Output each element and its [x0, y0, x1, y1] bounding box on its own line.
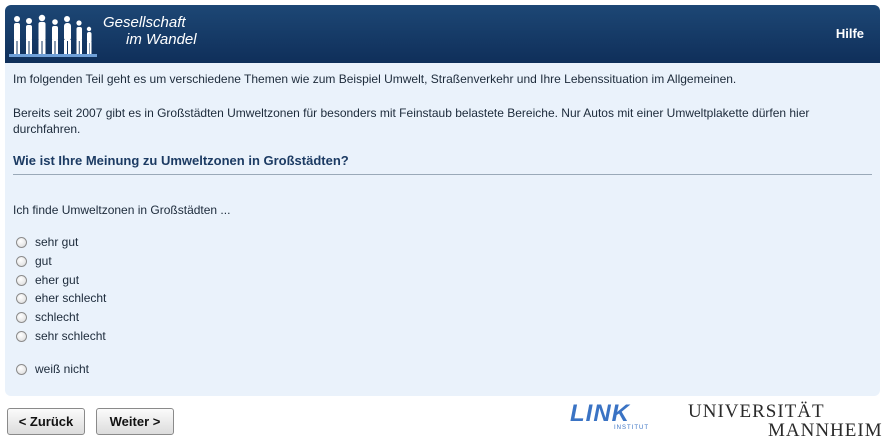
- survey-header: Gesellschaft im Wandel Hilfe: [5, 5, 880, 63]
- universitaet-mannheim-logo: UNIVERSITÄT MANNHEIM: [688, 402, 883, 440]
- option-eher-gut[interactable]: eher gut: [16, 272, 79, 288]
- option-label: eher gut: [35, 273, 80, 287]
- radio-button[interactable]: [16, 311, 27, 323]
- option-sehr-schlecht[interactable]: sehr schlecht: [16, 328, 106, 344]
- option-eher-schlecht[interactable]: eher schlecht: [16, 290, 106, 306]
- back-button[interactable]: < Zurück: [7, 408, 85, 435]
- link-logo-subtitle: INSTITUT: [614, 425, 649, 431]
- people-silhouettes-logo: [9, 14, 97, 57]
- intro-paragraph-1: Im folgenden Teil geht es um verschieden…: [13, 72, 737, 86]
- link-logo-word: LINK: [570, 400, 630, 427]
- brand-wordmark: Gesellschaft im Wandel: [103, 14, 197, 48]
- option-label: sehr schlecht: [35, 329, 106, 343]
- option-label: eher schlecht: [35, 291, 107, 305]
- option-label: weiß nicht: [35, 362, 90, 376]
- link-institut-logo: LINK INSTITUT: [570, 400, 648, 432]
- radio-button[interactable]: [16, 363, 27, 375]
- option-label: sehr gut: [35, 235, 79, 249]
- option-label: gut: [35, 254, 52, 268]
- option-weiss-nicht[interactable]: weiß nicht: [16, 361, 89, 377]
- uni-logo-line-1: UNIVERSITÄT: [688, 401, 825, 422]
- option-gut[interactable]: gut: [16, 253, 52, 269]
- option-sehr-gut[interactable]: sehr gut: [16, 234, 78, 250]
- option-schlecht[interactable]: schlecht: [16, 309, 79, 325]
- help-link[interactable]: Hilfe: [836, 26, 864, 41]
- option-label: schlecht: [35, 310, 80, 324]
- radio-button[interactable]: [16, 255, 27, 267]
- intro-paragraph-2: Bereits seit 2007 gibt es in Großstädten…: [13, 106, 810, 136]
- next-button[interactable]: Weiter >: [96, 408, 174, 435]
- radio-button[interactable]: [16, 330, 27, 342]
- question-stem: Ich finde Umweltzonen in Großstädten ...: [13, 203, 231, 217]
- radio-button[interactable]: [16, 292, 27, 304]
- radio-button[interactable]: [16, 236, 27, 248]
- question-title: Wie ist Ihre Meinung zu Umweltzonen in G…: [13, 153, 872, 175]
- uni-logo-line-2: MANNHEIM: [768, 420, 883, 441]
- radio-button[interactable]: [16, 274, 27, 286]
- brand-line-1: Gesellschaft: [103, 14, 186, 31]
- question-panel: Im folgenden Teil geht es um verschieden…: [5, 63, 880, 396]
- brand-line-2: im Wandel: [126, 31, 197, 48]
